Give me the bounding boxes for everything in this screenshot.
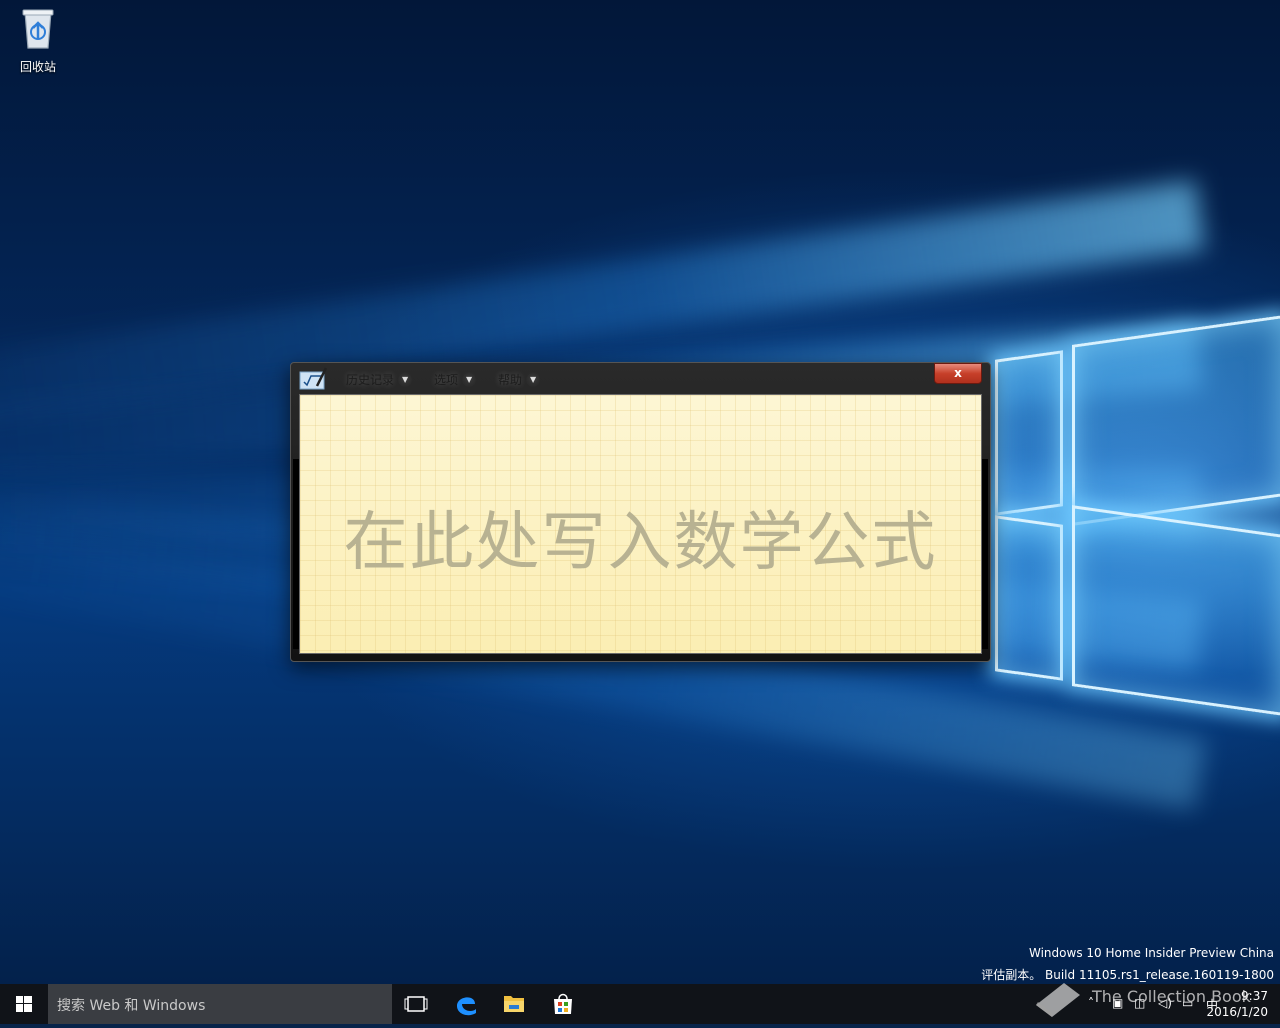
writing-area[interactable]: 在此处写入数学公式 [299, 394, 982, 654]
recycle-bin[interactable]: 回收站 [10, 8, 66, 75]
close-icon: x [954, 366, 962, 380]
build-watermark-line2: 评估副本。 Build 11105.rs1_release.160119-180… [981, 968, 1274, 982]
math-input-panel-window: 历史记录 ▼ 选项 ▼ 帮助 ▼ x 在此处写入数学公式 [290, 362, 991, 662]
recycle-bin-icon [21, 8, 55, 49]
menu-history[interactable]: 历史记录 ▼ [346, 371, 413, 388]
menu-help[interactable]: 帮助 ▼ [498, 371, 541, 388]
collection-book-overlay: The Collection Book [1030, 975, 1251, 1019]
start-button[interactable] [0, 984, 48, 1024]
build-watermark-line1: Windows 10 Home Insider Preview China [1029, 946, 1274, 960]
title-bar[interactable]: 历史记录 ▼ 选项 ▼ 帮助 ▼ x [291, 363, 990, 393]
taskbar: 搜索 Web 和 Windows ˄ ▣ ◫ ◁) ▭ 中 9:37 2016/… [0, 984, 1280, 1024]
book-icon [1036, 983, 1080, 1017]
collection-book-text: The Collection Book [1092, 987, 1251, 1006]
task-view-button[interactable] [392, 984, 440, 1024]
window-edge [982, 459, 988, 649]
menu-history-label: 历史记录 [346, 373, 395, 387]
recycle-bin-label: 回收站 [19, 60, 56, 74]
edge-button[interactable] [442, 984, 490, 1024]
clock-date: 2016/1/20 [1206, 1005, 1268, 1019]
store-button[interactable] [539, 984, 587, 1024]
math-input-app-icon [299, 366, 328, 390]
menu-options[interactable]: 选项 ▼ [434, 371, 477, 388]
writing-area-hint: 在此处写入数学公式 [343, 506, 938, 580]
menu-help-label: 帮助 [498, 373, 523, 387]
chevron-down-icon: ▼ [526, 372, 541, 387]
menu-options-label: 选项 [434, 373, 459, 387]
close-button[interactable]: x [934, 363, 982, 384]
edge-icon [457, 997, 476, 1016]
file-explorer-button[interactable] [490, 984, 538, 1024]
windows-start-icon [16, 996, 32, 1012]
search-placeholder: 搜索 Web 和 Windows [57, 998, 206, 1014]
folder-icon [504, 996, 524, 1012]
store-icon [554, 993, 572, 1014]
search-box[interactable]: 搜索 Web 和 Windows [48, 984, 392, 1024]
chevron-down-icon: ▼ [462, 372, 477, 387]
chevron-down-icon: ▼ [398, 372, 413, 387]
task-view-icon [404, 996, 428, 1012]
